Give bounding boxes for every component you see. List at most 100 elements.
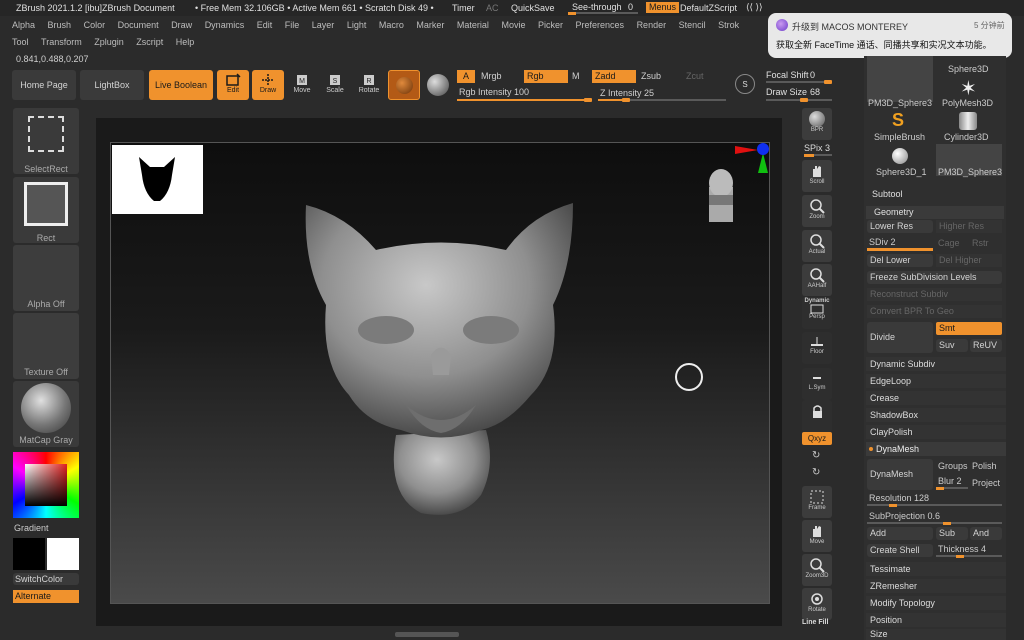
menu-help[interactable]: Help [176, 37, 195, 47]
rgb-toggle[interactable]: Rgb [524, 70, 568, 83]
simplebrush-icon[interactable]: S [892, 110, 904, 131]
symmetry-button[interactable]: S [735, 74, 755, 94]
resolution-slider-label[interactable]: Resolution 128 [869, 493, 929, 503]
arrows-icon[interactable]: ⟨⟨ ⟩⟩ [746, 2, 763, 13]
menu-macro[interactable]: Macro [379, 20, 404, 30]
smt-toggle[interactable]: Smt [936, 322, 1002, 335]
lock-button[interactable] [802, 400, 832, 432]
cage-button[interactable]: Cage [938, 238, 960, 248]
convert-bpr-button[interactable]: Convert BPR To Geo [867, 305, 1002, 318]
thickness-slider[interactable] [936, 555, 1002, 558]
see-through-slider[interactable] [568, 12, 638, 15]
notification-banner[interactable]: 升级到 MACOS MONTEREY 5 分钟前 获取全新 FaceTime 通… [768, 13, 1012, 58]
project-toggle[interactable]: Project [972, 478, 1000, 488]
tool-thumb-pm3d[interactable] [867, 56, 933, 102]
subprojection-slider[interactable] [867, 522, 1002, 525]
mrgb-toggle[interactable]: Mrgb [481, 71, 502, 81]
zcut-toggle[interactable]: Zcut [686, 71, 704, 81]
zsub-toggle[interactable]: Zsub [641, 71, 661, 81]
draw-size-knob[interactable] [800, 98, 808, 102]
menu-dynamics[interactable]: Dynamics [205, 20, 245, 30]
menu-edit[interactable]: Edit [257, 20, 273, 30]
selectrect-button[interactable]: SelectRect [13, 108, 79, 174]
color-mode-icon[interactable] [427, 74, 449, 96]
rgb-intensity-slider[interactable] [457, 98, 592, 102]
blur-slider[interactable] [936, 487, 968, 490]
cylinder-icon[interactable] [959, 112, 977, 130]
groups-toggle[interactable]: Groups [938, 461, 968, 471]
lower-res-button[interactable]: Lower Res [867, 220, 933, 233]
dynamic-subdiv-header[interactable]: Dynamic Subdiv [866, 357, 1006, 371]
del-lower-button[interactable]: Del Lower [867, 254, 933, 267]
see-through-label[interactable]: See-through [572, 2, 622, 12]
geometry-header[interactable]: Geometry [866, 206, 1004, 219]
claypolish-header[interactable]: ClayPolish [866, 425, 1006, 439]
position-header[interactable]: Position [866, 613, 1006, 627]
size-header[interactable]: Size [866, 629, 1006, 640]
menu-alpha[interactable]: Alpha [12, 20, 35, 30]
m-toggle[interactable]: M [572, 71, 580, 81]
menu-marker[interactable]: Marker [416, 20, 444, 30]
color-picker-square[interactable] [25, 464, 67, 506]
spix-slider[interactable] [804, 154, 832, 157]
menu-zplugin[interactable]: Zplugin [94, 37, 124, 47]
menu-picker[interactable]: Picker [538, 20, 563, 30]
document-canvas[interactable] [110, 142, 770, 604]
zadd-toggle[interactable]: Zadd [592, 70, 636, 83]
blur-slider-label[interactable]: Blur 2 [938, 476, 962, 486]
del-higher-button[interactable]: Del Higher [936, 254, 1002, 267]
subtool-header[interactable]: Subtool [872, 189, 903, 199]
create-shell-button[interactable]: Create Shell [867, 544, 933, 557]
primary-color-swatch[interactable] [13, 538, 45, 570]
menu-draw[interactable]: Draw [171, 20, 192, 30]
menu-preferences[interactable]: Preferences [576, 20, 625, 30]
menu-file[interactable]: File [285, 20, 300, 30]
add-button[interactable]: Add [867, 527, 933, 540]
draw-button[interactable]: Draw [252, 70, 284, 100]
menu-transform[interactable]: Transform [41, 37, 82, 47]
menu-tool[interactable]: Tool [12, 37, 29, 47]
live-boolean-button[interactable]: Live Boolean [149, 70, 213, 100]
bpr-button[interactable]: BPR [802, 108, 832, 140]
zremesher-header[interactable]: ZRemesher [866, 579, 1006, 593]
modify-topology-header[interactable]: Modify Topology [866, 596, 1006, 610]
timer-label[interactable]: Timer [452, 3, 475, 13]
move-button[interactable]: M Move [287, 70, 317, 100]
gradient-label[interactable]: Gradient [14, 523, 49, 533]
focal-shift-slider[interactable] [766, 80, 832, 84]
sdiv-slider[interactable] [867, 248, 933, 251]
menu-movie[interactable]: Movie [501, 20, 525, 30]
secondary-color-swatch[interactable] [47, 538, 79, 570]
zoom-button[interactable]: Zoom [802, 195, 832, 227]
line-fill-label[interactable]: Line Fill [802, 619, 828, 626]
and-button[interactable]: And [970, 527, 1002, 540]
dynamesh-header[interactable]: DynaMesh [866, 442, 1006, 456]
home-page-button[interactable]: Home Page [12, 70, 76, 100]
edgeloop-header[interactable]: EdgeLoop [866, 374, 1006, 388]
quicksave-button[interactable]: QuickSave [511, 3, 555, 13]
focal-shift-knob[interactable] [824, 80, 832, 84]
menu-color[interactable]: Color [84, 20, 106, 30]
zoom3d-button[interactable]: Zoom3D [802, 554, 832, 586]
menu-document[interactable]: Document [118, 20, 159, 30]
tessimate-header[interactable]: Tessimate [866, 562, 1006, 576]
z-intensity-knob[interactable] [622, 98, 630, 102]
resolution-slider[interactable] [867, 504, 1002, 507]
bottom-tray-handle[interactable] [395, 632, 459, 637]
sphere-icon[interactable] [892, 148, 908, 164]
menus-button[interactable]: Menus [646, 2, 680, 13]
subprojection-slider-label[interactable]: SubProjection 0.6 [869, 511, 940, 521]
draw-size-slider[interactable] [766, 98, 832, 102]
draw-size-label[interactable]: Draw Size [766, 87, 807, 97]
texture-off-button[interactable]: Texture Off [13, 313, 79, 379]
navigation-head-icon[interactable] [701, 165, 741, 225]
alpha-off-button[interactable]: Alpha Off [13, 245, 79, 311]
menu-zscript[interactable]: Zscript [136, 37, 163, 47]
menu-stencil[interactable]: Stencil [679, 20, 706, 30]
xyz-button[interactable]: Qxyz [802, 432, 832, 445]
rgb-intensity-label[interactable]: Rgb Intensity 100 [459, 87, 529, 97]
rstr-button[interactable]: Rstr [972, 238, 989, 248]
spix-label[interactable]: SPix 3 [804, 143, 830, 153]
scale-button[interactable]: S Scale [320, 70, 350, 100]
lightbox-button[interactable]: LightBox [80, 70, 144, 100]
